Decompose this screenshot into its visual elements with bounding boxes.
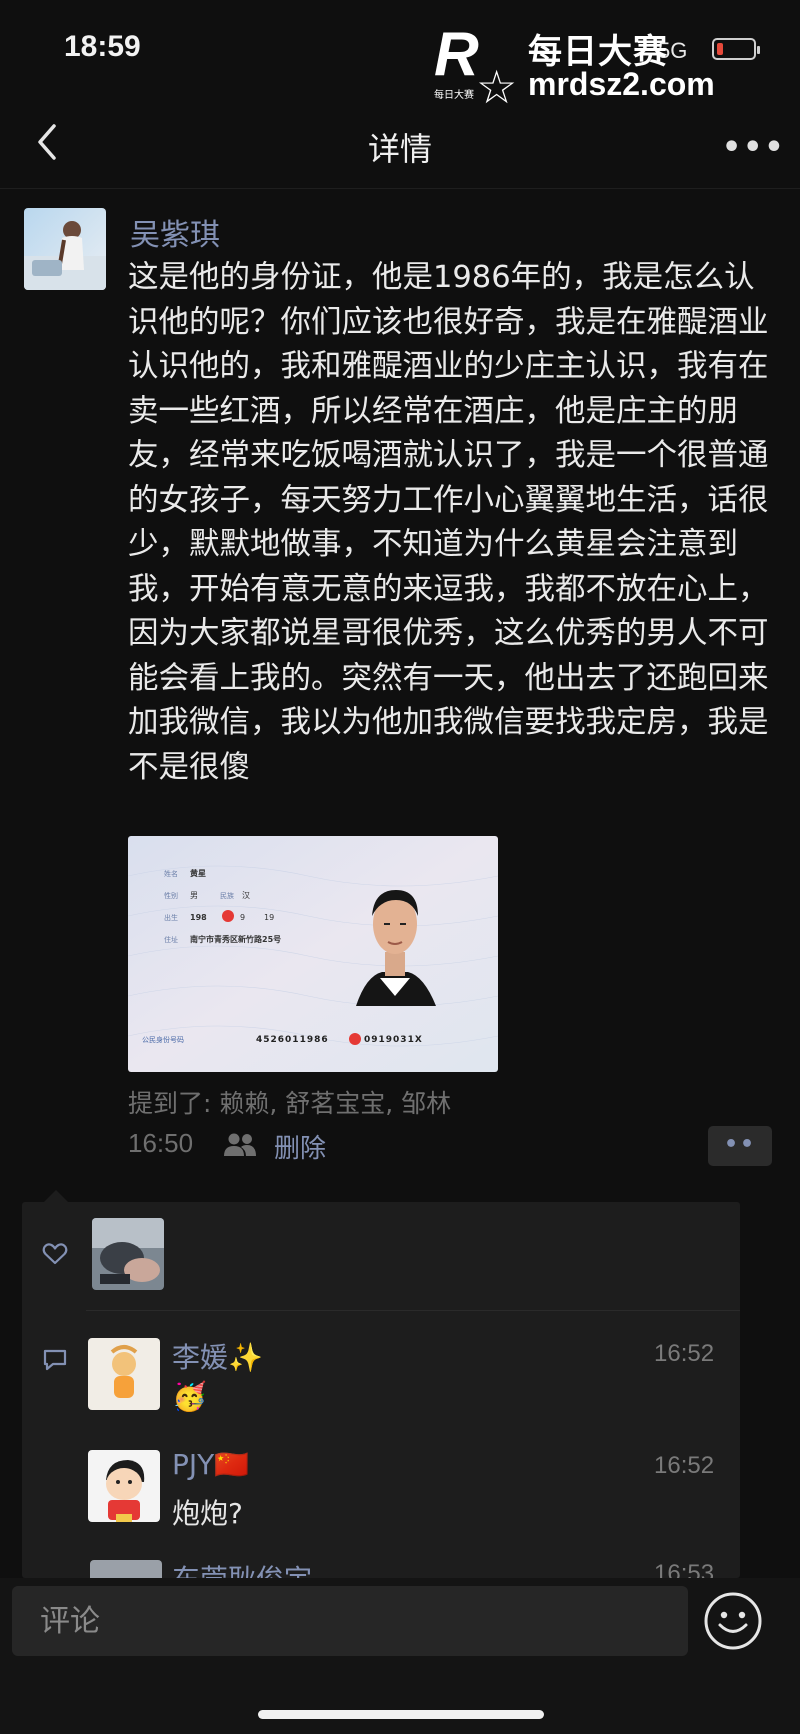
post-author[interactable]: 吴紫琪 (130, 210, 220, 254)
heart-icon (42, 1242, 68, 1266)
watermark-logo-caption: 每日大赛 (434, 90, 474, 101)
id-gender: 男 (190, 891, 198, 900)
avatar[interactable] (88, 1338, 160, 1410)
id-birth-year: 198 (190, 913, 207, 922)
id-address: 南宁市青秀区新竹路25号 (190, 934, 281, 944)
watermark-url: mrdsz2.com (528, 66, 715, 102)
post-more-button[interactable]: •• (708, 1126, 772, 1166)
battery-icon (712, 38, 760, 60)
comment-text: 🥳 (172, 1380, 207, 1413)
panel-divider (86, 1310, 740, 1311)
status-time: 18:59 (64, 30, 141, 63)
divider (0, 188, 800, 189)
comment-icon (42, 1348, 68, 1372)
comment-time: 16:52 (654, 1452, 715, 1479)
comment-author[interactable]: 东莞耿俊宇 (172, 1558, 312, 1578)
post-text: 这是他的身份证，他是1986年的，我是怎么认识他的呢？你们应该也很好奇，我是在雅… (128, 260, 769, 785)
comment-item-partial[interactable]: 东莞耿俊宇 16:53 (90, 1558, 730, 1578)
id-birth-label: 出生 (164, 913, 178, 922)
comment-author[interactable]: 李媛✨ (172, 1336, 263, 1376)
ellipsis-icon[interactable]: ••• (722, 130, 786, 165)
id-ethnicity-label: 民族 (220, 891, 234, 900)
id-card-image[interactable]: 姓名 黄星 性别 男 民族 汉 出生 198 9 19 住址 南宁市青秀区新竹路… (128, 836, 498, 1072)
comment-item[interactable] (88, 1338, 160, 1410)
avatar[interactable] (24, 208, 106, 290)
id-number-label: 公民身份号码 (142, 1035, 184, 1044)
id-name-label: 姓名 (164, 869, 178, 878)
star-icon: ☆ (476, 60, 518, 114)
comment-input[interactable] (12, 1586, 688, 1656)
group-visibility-icon[interactable] (222, 1130, 258, 1158)
like-avatar[interactable] (92, 1218, 164, 1290)
comment-author[interactable]: PJY🇨🇳 (172, 1448, 249, 1481)
id-name: 黄星 (190, 868, 206, 878)
comment-text: 炮炮? (172, 1497, 243, 1530)
watermark-logo: R (434, 20, 479, 89)
comment-item[interactable] (88, 1450, 160, 1522)
comment-time: 16:52 (654, 1340, 715, 1367)
id-ethnicity: 汉 (242, 891, 250, 900)
id-birth-month: 9 (240, 913, 245, 922)
page-title: 详情 (367, 130, 432, 168)
avatar[interactable] (90, 1560, 162, 1578)
id-gender-label: 性别 (164, 891, 178, 900)
id-number-prefix: 4526011986 (256, 1035, 329, 1045)
avatar[interactable] (88, 1450, 160, 1522)
panel-pointer (44, 1190, 68, 1202)
id-number-suffix: 0919031X (364, 1035, 423, 1045)
mention-text: 提到了: 赖赖, 舒茗宝宝, 邹林 (128, 1089, 452, 1118)
id-birth-day: 19 (264, 913, 274, 922)
home-indicator[interactable] (258, 1710, 544, 1719)
comment-time: 16:53 (654, 1560, 715, 1578)
id-address-label: 住址 (164, 935, 178, 944)
post-time: 16:50 (128, 1128, 194, 1158)
delete-button[interactable]: 删除 (274, 1128, 326, 1165)
smiley-icon[interactable] (702, 1590, 764, 1652)
